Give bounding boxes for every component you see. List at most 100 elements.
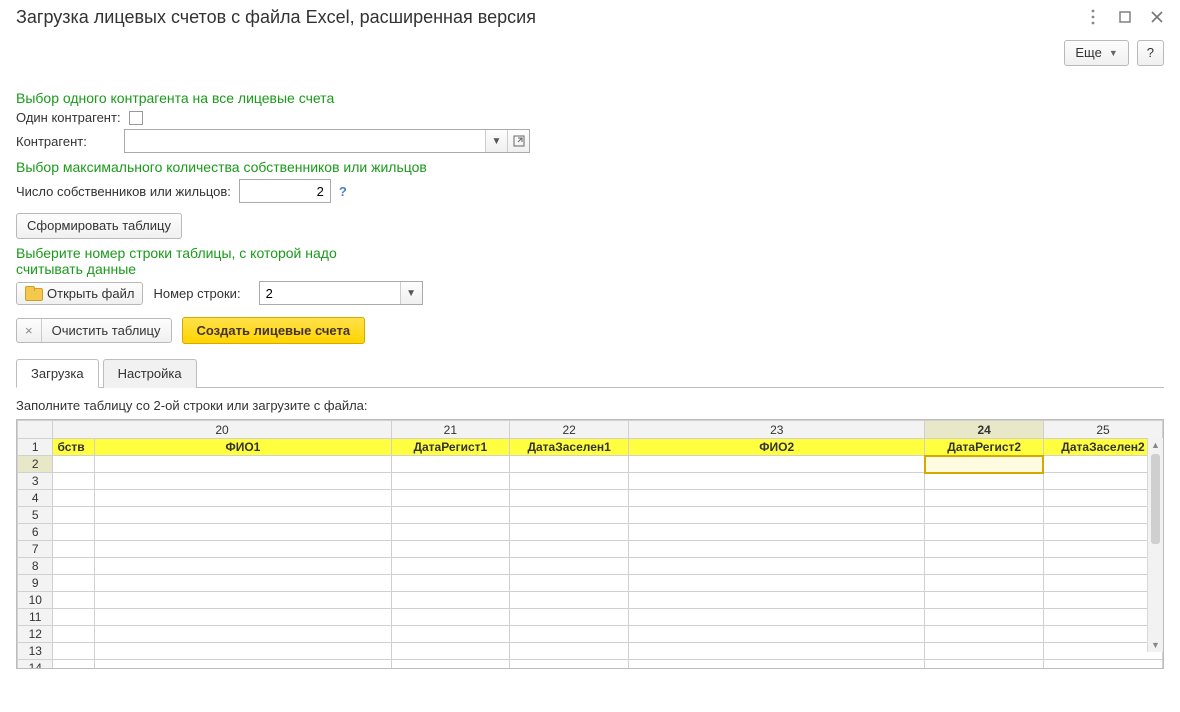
cell-1-20[interactable]: ФИО1 [95,439,391,456]
col-header-22[interactable]: 22 [510,421,629,439]
col-header-24[interactable]: 24 [925,421,1044,439]
cell[interactable] [1043,575,1162,592]
cell[interactable] [391,626,510,643]
cell[interactable] [510,490,629,507]
cell[interactable] [925,626,1044,643]
cell-1-21[interactable]: ДатаРегист1 [391,439,510,456]
cell[interactable] [95,609,391,626]
sheet-corner[interactable] [18,421,53,439]
cell-2-21[interactable] [391,456,510,473]
counterparty-input[interactable] [125,130,485,152]
cell[interactable] [53,507,95,524]
cell[interactable] [510,507,629,524]
cell[interactable] [925,609,1044,626]
row-header-11[interactable]: 11 [18,609,53,626]
spreadsheet[interactable]: 20 21 22 23 24 25 1 бств ФИО1 ДатаРегист… [16,419,1164,669]
row-number-dropdown-icon[interactable]: ▼ [400,282,422,304]
cell[interactable] [925,575,1044,592]
row-header-6[interactable]: 6 [18,524,53,541]
cell[interactable] [53,643,95,660]
cell[interactable] [53,592,95,609]
row-header-8[interactable]: 8 [18,558,53,575]
row-number-dropdown[interactable]: ▼ [259,281,423,305]
cell[interactable] [391,575,510,592]
cell[interactable] [95,626,391,643]
cell[interactable] [1043,558,1162,575]
cell[interactable] [1043,541,1162,558]
cell[interactable] [510,592,629,609]
cell-2-25[interactable] [1043,456,1162,473]
cell[interactable] [1043,626,1162,643]
owners-count-field[interactable] [239,179,331,203]
cell[interactable] [629,490,925,507]
cell[interactable] [53,558,95,575]
cell-1-22[interactable]: ДатаЗаселен1 [510,439,629,456]
cell[interactable] [53,626,95,643]
cell[interactable] [510,660,629,670]
cell-2-23[interactable] [629,456,925,473]
cell[interactable] [925,558,1044,575]
cell[interactable] [510,575,629,592]
kebab-icon[interactable] [1082,6,1104,28]
tab-load[interactable]: Загрузка [16,359,99,388]
cell[interactable] [95,490,391,507]
row-header-9[interactable]: 9 [18,575,53,592]
sheet-vertical-scrollbar[interactable]: ▲ ▼ [1147,438,1163,652]
col-header-25[interactable]: 25 [1043,421,1162,439]
cell-1-24[interactable]: ДатаРегист2 [925,439,1044,456]
cell[interactable] [629,558,925,575]
more-button[interactable]: Еще ▼ [1064,40,1128,66]
counterparty-dropdown-icon[interactable]: ▼ [485,130,507,152]
tab-settings[interactable]: Настройка [103,359,197,388]
cell[interactable] [510,524,629,541]
cell[interactable] [53,490,95,507]
cell[interactable] [925,473,1044,490]
cell[interactable] [629,643,925,660]
row-header-14[interactable]: 14 [18,660,53,670]
row-header-5[interactable]: 5 [18,507,53,524]
row-header-4[interactable]: 4 [18,490,53,507]
row-header-10[interactable]: 10 [18,592,53,609]
cell[interactable] [53,575,95,592]
cell[interactable] [629,609,925,626]
row-number-input[interactable] [260,282,400,304]
cell[interactable] [391,524,510,541]
row-header-3[interactable]: 3 [18,473,53,490]
cell[interactable] [391,507,510,524]
close-icon[interactable] [1146,6,1168,28]
cell[interactable] [391,609,510,626]
create-accounts-button[interactable]: Создать лицевые счета [182,317,366,344]
cell[interactable] [629,524,925,541]
cell[interactable] [53,541,95,558]
cell[interactable] [391,643,510,660]
cell[interactable] [1043,609,1162,626]
row-header-13[interactable]: 13 [18,643,53,660]
scroll-down-icon[interactable]: ▼ [1148,638,1163,652]
scroll-thumb[interactable] [1151,454,1160,544]
cell[interactable] [629,626,925,643]
cell-1-25[interactable]: ДатаЗаселен2 [1043,439,1162,456]
cell[interactable] [95,575,391,592]
cell[interactable] [629,473,925,490]
cell[interactable] [1043,473,1162,490]
cell[interactable] [925,592,1044,609]
cell[interactable] [1043,524,1162,541]
cell[interactable] [1043,490,1162,507]
cell[interactable] [391,592,510,609]
cell[interactable] [925,507,1044,524]
cell[interactable] [925,643,1044,660]
cell[interactable] [95,524,391,541]
cell[interactable] [510,473,629,490]
cell[interactable] [95,541,391,558]
cell[interactable] [95,558,391,575]
cell[interactable] [1043,592,1162,609]
cell[interactable] [629,575,925,592]
row-header-7[interactable]: 7 [18,541,53,558]
cell[interactable] [510,643,629,660]
cell[interactable] [95,660,391,670]
cell[interactable] [391,541,510,558]
cell[interactable] [391,558,510,575]
cell-1-19b[interactable]: бств [53,439,95,456]
maximize-icon[interactable] [1114,6,1136,28]
counterparty-open-icon[interactable] [507,130,529,152]
